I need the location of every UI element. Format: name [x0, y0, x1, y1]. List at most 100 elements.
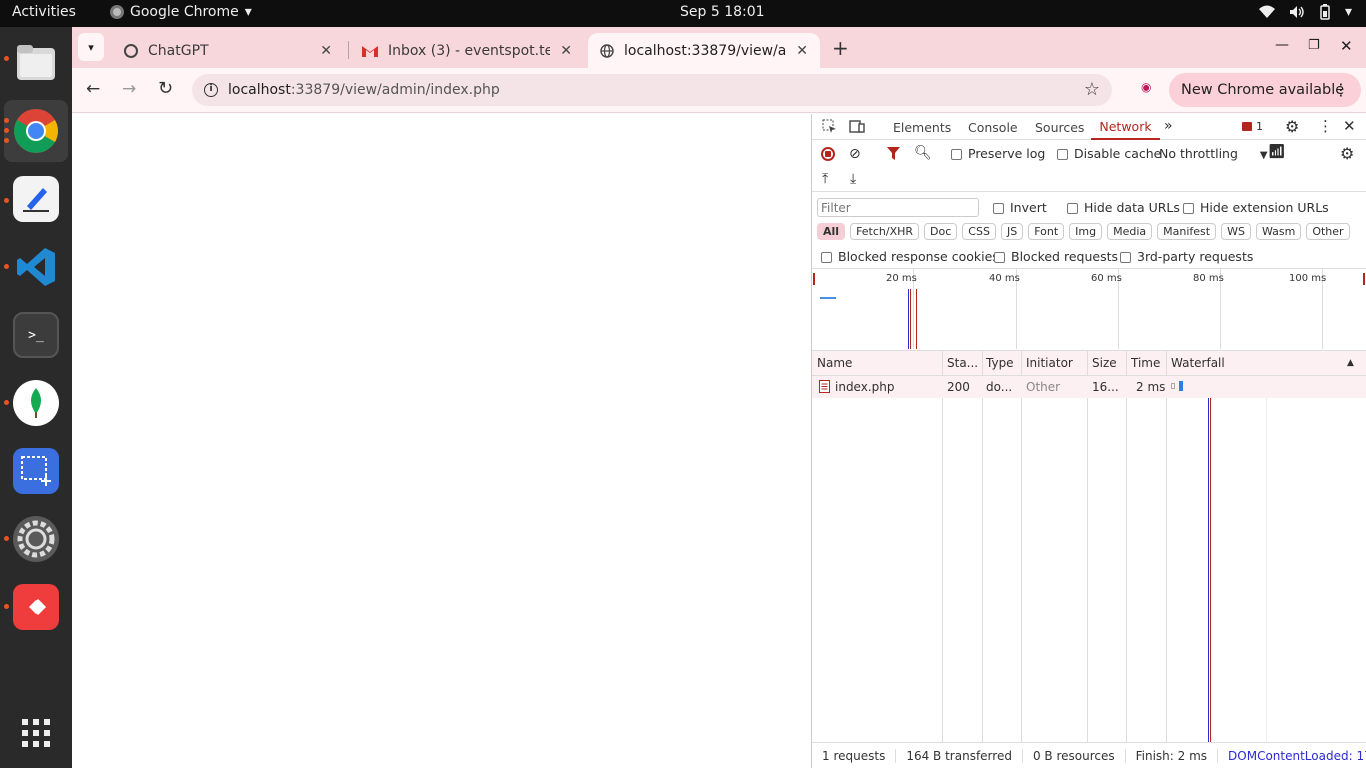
- column-size[interactable]: Size: [1092, 356, 1117, 370]
- checkbox-box[interactable]: [1183, 203, 1194, 214]
- network-conditions-icon[interactable]: 📶︎: [1268, 144, 1286, 160]
- checkbox-box[interactable]: [994, 252, 1005, 263]
- site-info-icon[interactable]: i: [204, 83, 218, 97]
- close-icon[interactable]: ✕: [560, 43, 572, 59]
- filter-input[interactable]: [817, 198, 979, 217]
- type-filter-other[interactable]: Other: [1306, 223, 1350, 240]
- import-har-icon[interactable]: ⤒: [822, 171, 828, 187]
- bookmark-star-icon[interactable]: ☆: [1084, 79, 1100, 100]
- sort-asc-icon[interactable]: ▲: [1347, 358, 1354, 368]
- new-tab-icon[interactable]: +: [832, 36, 849, 60]
- device-toolbar-icon[interactable]: [849, 119, 865, 134]
- extension-icon[interactable]: ◉: [1141, 80, 1151, 94]
- address-bar[interactable]: i localhost:33879/view/admin/index.php ☆: [192, 74, 1112, 106]
- preserve-log-checkbox[interactable]: Preserve log: [951, 146, 1045, 161]
- third-party-requests-checkbox[interactable]: 3rd-party requests: [1120, 249, 1253, 264]
- tab-chatgpt[interactable]: ChatGPT ✕: [112, 33, 344, 68]
- settings-icon[interactable]: [13, 516, 59, 562]
- checkbox-box[interactable]: [993, 203, 1004, 214]
- throttling-select[interactable]: No throttling ▼: [1159, 146, 1268, 161]
- devtools-more-icon[interactable]: ⋮: [1318, 117, 1333, 135]
- mongodb-compass-icon[interactable]: [13, 380, 59, 426]
- type-filter-all[interactable]: All: [817, 223, 846, 240]
- tab-elements[interactable]: Elements: [893, 114, 951, 140]
- export-har-icon[interactable]: ⤓: [850, 171, 856, 187]
- globe-icon: [600, 43, 614, 58]
- blocked-response-cookies-checkbox[interactable]: Blocked response cookies: [821, 249, 999, 264]
- minimize-icon[interactable]: —: [1275, 37, 1289, 53]
- chrome-icon[interactable]: [13, 108, 59, 154]
- type-filter-media[interactable]: Media: [1107, 223, 1153, 240]
- hide-data-urls-checkbox[interactable]: Hide data URLs: [1067, 200, 1180, 215]
- table-row[interactable]: index.php 200 do... Other 16... 2 ms: [812, 376, 1366, 398]
- show-apps-icon[interactable]: [13, 710, 59, 756]
- network-settings-icon[interactable]: ⚙: [1340, 144, 1354, 163]
- clock[interactable]: Sep 5 18:01: [680, 4, 765, 20]
- new-chrome-available-button[interactable]: New Chrome available ⋮: [1169, 73, 1361, 107]
- column-initiator[interactable]: Initiator: [1026, 356, 1073, 370]
- column-type[interactable]: Type: [986, 356, 1014, 370]
- forward-icon[interactable]: →: [122, 79, 136, 99]
- type-filter-js[interactable]: JS: [1000, 223, 1024, 240]
- back-icon[interactable]: ←: [86, 79, 100, 99]
- search-icon[interactable]: 🔍︎: [914, 145, 932, 161]
- type-filter-css[interactable]: CSS: [962, 223, 996, 240]
- devtools-close-icon[interactable]: ✕: [1343, 117, 1356, 135]
- restore-icon[interactable]: ❐: [1308, 38, 1320, 53]
- checkbox-box[interactable]: [951, 149, 962, 160]
- system-tray[interactable]: ▾: [1258, 4, 1352, 20]
- overview-range-handle[interactable]: [1363, 273, 1365, 285]
- checkbox-box[interactable]: [1057, 149, 1068, 160]
- issue-flag-icon: [1242, 122, 1252, 131]
- checkbox-box[interactable]: [821, 252, 832, 263]
- anydesk-icon[interactable]: [13, 584, 59, 630]
- type-filter-img[interactable]: Img: [1069, 223, 1103, 240]
- disable-cache-checkbox[interactable]: Disable cache: [1057, 146, 1161, 161]
- close-icon[interactable]: ✕: [796, 43, 808, 59]
- invert-checkbox[interactable]: Invert: [993, 200, 1047, 215]
- tab-search-button[interactable]: ▾: [78, 33, 104, 61]
- app-menu[interactable]: Google Chrome ▾: [110, 4, 252, 20]
- issues-counter[interactable]: 1: [1242, 120, 1263, 133]
- vscode-icon[interactable]: [13, 244, 59, 290]
- tab-console[interactable]: Console: [968, 114, 1018, 140]
- filter-icon[interactable]: [887, 147, 900, 160]
- type-filter-fetch-xhr[interactable]: Fetch/XHR: [850, 223, 920, 240]
- reload-icon[interactable]: ↻: [158, 78, 173, 99]
- inspect-element-icon[interactable]: [822, 119, 837, 134]
- record-stop-icon[interactable]: [821, 147, 835, 161]
- checkbox-box[interactable]: [1067, 203, 1078, 214]
- hide-extension-urls-checkbox[interactable]: Hide extension URLs: [1183, 200, 1329, 215]
- column-time[interactable]: Time: [1131, 356, 1160, 370]
- tick-label: 20 ms: [886, 273, 917, 284]
- type-filter-manifest[interactable]: Manifest: [1157, 223, 1217, 240]
- caret-down-icon: ▼: [1259, 150, 1268, 161]
- column-name[interactable]: Name: [817, 356, 852, 370]
- tab-sources[interactable]: Sources: [1035, 114, 1084, 140]
- devtools-settings-icon[interactable]: ⚙: [1285, 117, 1299, 136]
- hide-data-urls-label: Hide data URLs: [1084, 200, 1180, 215]
- type-filter-doc[interactable]: Doc: [924, 223, 958, 240]
- type-filter-font[interactable]: Font: [1028, 223, 1065, 240]
- blocked-requests-checkbox[interactable]: Blocked requests: [994, 249, 1118, 264]
- tab-localhost[interactable]: localhost:33879/view/ad ✕: [588, 33, 820, 68]
- overview-range-handle[interactable]: [813, 273, 815, 285]
- window-close-icon[interactable]: ✕: [1340, 37, 1353, 55]
- column-waterfall[interactable]: Waterfall: [1171, 356, 1225, 370]
- network-overview[interactable]: 20 ms 40 ms 60 ms 80 ms 100 ms: [812, 268, 1366, 350]
- tab-gmail[interactable]: Inbox (3) - eventspot.tea ✕: [350, 33, 584, 68]
- terminal-icon[interactable]: >_: [13, 312, 59, 358]
- close-icon[interactable]: ✕: [320, 43, 332, 59]
- files-icon[interactable]: [13, 40, 59, 86]
- clear-icon[interactable]: ⊘: [849, 146, 861, 162]
- type-filter-wasm[interactable]: Wasm: [1255, 223, 1302, 240]
- text-editor-icon[interactable]: [13, 176, 59, 222]
- tab-network[interactable]: Network: [1091, 114, 1160, 140]
- screenshot-icon[interactable]: [13, 448, 59, 494]
- type-filter-ws[interactable]: WS: [1221, 223, 1251, 240]
- running-indicator: [4, 400, 9, 405]
- more-tabs-icon[interactable]: »: [1164, 118, 1173, 134]
- activities-button[interactable]: Activities: [12, 4, 76, 20]
- column-status[interactable]: Sta...: [947, 356, 978, 370]
- checkbox-box[interactable]: [1120, 252, 1131, 263]
